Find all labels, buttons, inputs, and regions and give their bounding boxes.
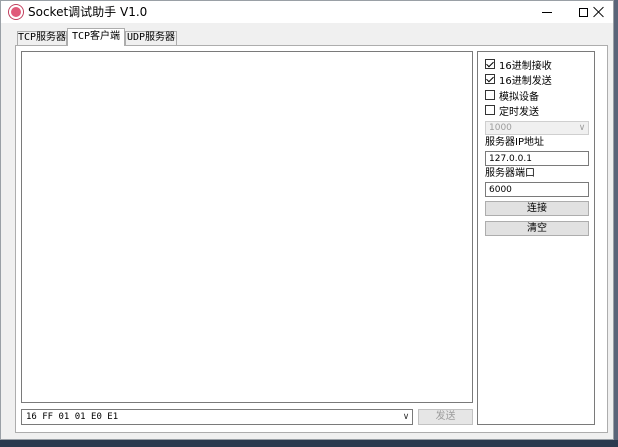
minimize-icon: [542, 11, 552, 13]
clear-button[interactable]: 清空: [485, 221, 589, 236]
window-title: Socket调试助手 V1.0: [28, 5, 148, 19]
tab-udp-server[interactable]: UDP服务器: [125, 31, 177, 45]
hex-send-checkbox[interactable]: 16进制发送: [485, 72, 552, 87]
send-interval-value: 1000: [489, 123, 512, 133]
hex-receive-label: 16进制接收: [499, 60, 552, 72]
send-data-combobox[interactable]: 16 FF 01 01 E0 E1 ∨: [21, 409, 413, 425]
hex-send-label: 16进制发送: [499, 75, 552, 87]
close-button[interactable]: [585, 1, 613, 23]
app-icon: [9, 5, 23, 19]
app-window: Socket调试助手 V1.0 TCP服务器 TCP客户端 UDP服务器 16 …: [0, 0, 614, 440]
timed-send-label: 定时发送: [499, 106, 539, 118]
checkbox-unchecked-icon[interactable]: [485, 90, 495, 100]
send-button[interactable]: 发送: [418, 409, 473, 425]
checkbox-checked-icon[interactable]: [485, 74, 495, 84]
connect-button[interactable]: 连接: [485, 201, 589, 216]
server-port-value: 6000: [489, 185, 512, 195]
server-port-label: 服务器端口: [485, 168, 535, 179]
server-ip-label: 服务器IP地址: [485, 137, 544, 148]
chevron-down-icon[interactable]: ∨: [400, 411, 412, 423]
simulate-device-label: 模拟设备: [499, 91, 539, 103]
tab-tcp-client[interactable]: TCP客户端: [67, 28, 125, 46]
send-data-value: 16 FF 01 01 E0 E1: [26, 412, 119, 422]
checkbox-unchecked-icon[interactable]: [485, 105, 495, 115]
close-icon: [593, 6, 605, 18]
tab-tcp-server[interactable]: TCP服务器: [17, 31, 67, 45]
hex-receive-checkbox[interactable]: 16进制接收: [485, 57, 552, 72]
title-bar[interactable]: Socket调试助手 V1.0: [1, 1, 613, 23]
receive-textarea[interactable]: [21, 51, 473, 403]
desktop-background: [614, 0, 618, 440]
server-ip-input[interactable]: 127.0.0.1: [485, 151, 589, 166]
minimize-button[interactable]: [529, 1, 565, 23]
taskbar: [0, 440, 618, 447]
timed-send-checkbox[interactable]: 定时发送: [485, 103, 539, 118]
server-ip-value: 127.0.0.1: [489, 154, 532, 164]
simulate-device-checkbox[interactable]: 模拟设备: [485, 88, 539, 103]
server-port-input[interactable]: 6000: [485, 182, 589, 197]
chevron-down-icon[interactable]: ∨: [576, 122, 588, 134]
checkbox-checked-icon[interactable]: [485, 59, 495, 69]
send-interval-combobox[interactable]: 1000 ∨: [485, 121, 589, 135]
